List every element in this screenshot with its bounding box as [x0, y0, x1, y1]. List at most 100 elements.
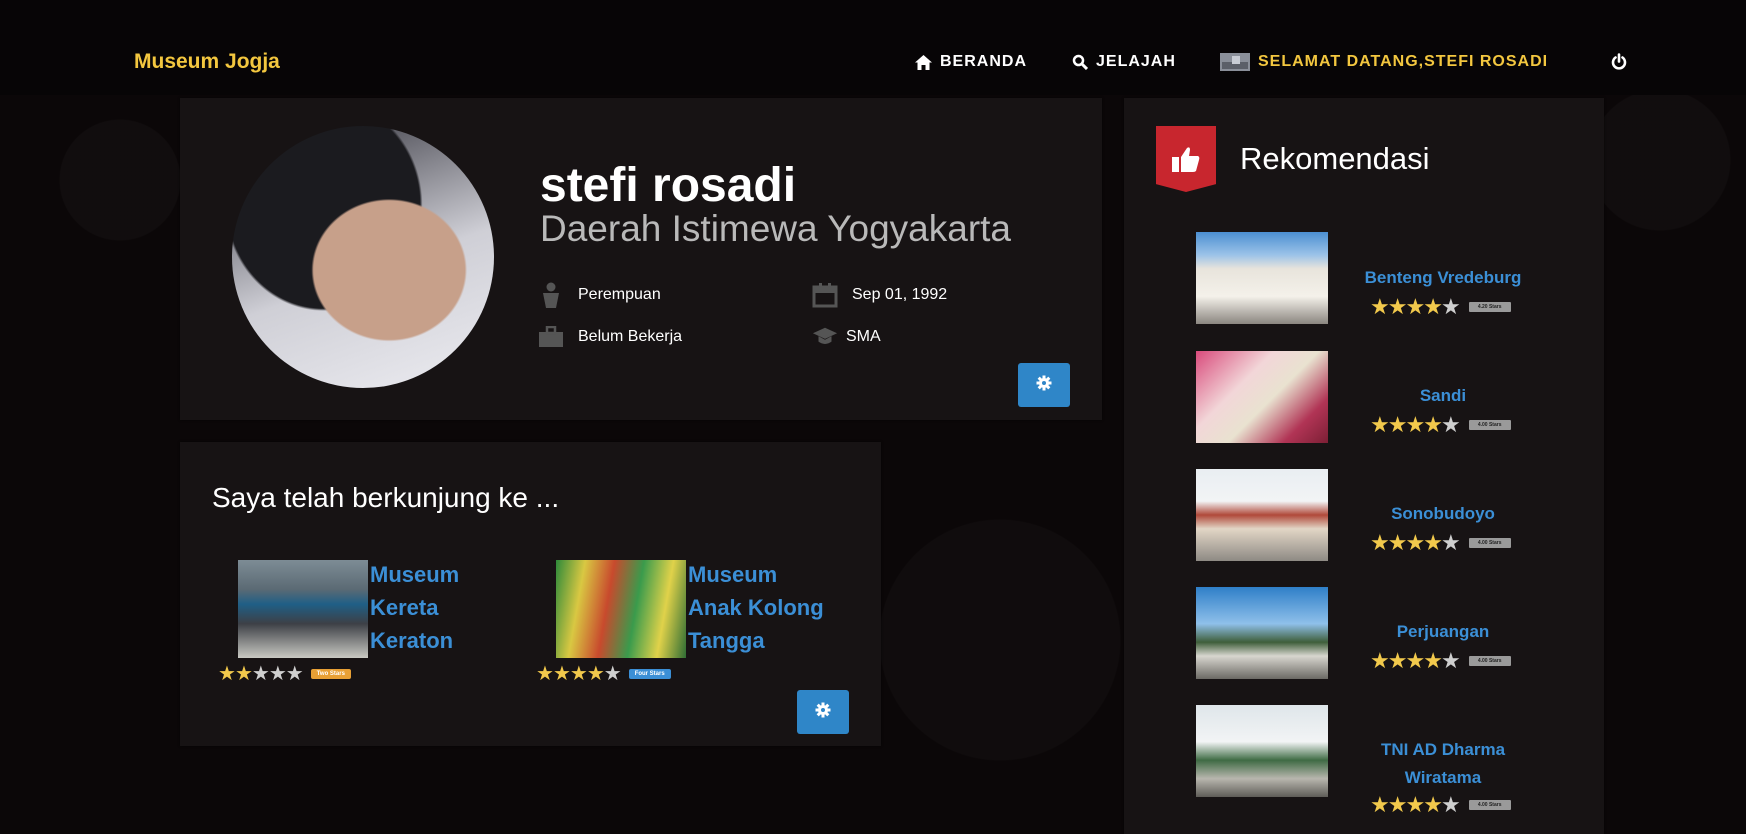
rating-anak-kolong: ★ ★ ★ ★ ★ Four Stars: [536, 664, 671, 684]
recommendation-name-sonobudoyo[interactable]: Sonobudoyo: [1338, 500, 1548, 528]
home-icon: [915, 54, 932, 70]
recommendation-rating-sandi: ★ ★ ★ ★ ★ 4.00 Stars: [1370, 414, 1511, 436]
star-icon: ★: [1405, 412, 1425, 437]
profile-name: stefi rosadi: [540, 159, 797, 212]
rating-badge: 4.00 Stars: [1468, 538, 1511, 548]
briefcase-icon: [538, 324, 564, 350]
nav-user-label: SELAMAT DATANG,STEFI ROSADI: [1258, 53, 1549, 70]
recommendation-rating-vredeburg: ★ ★ ★ ★ ★ 4.20 Stars: [1370, 296, 1511, 318]
profile-card: stefi rosadi Daerah Istimewa Yogyakarta …: [180, 98, 1102, 420]
profile-region: Daerah Istimewa Yogyakarta: [540, 208, 1011, 249]
recommendation-name-perjuangan[interactable]: Perjuangan: [1338, 618, 1548, 646]
star-icon: ★: [1440, 294, 1461, 319]
recommendation-header: Rekomendasi: [1156, 126, 1430, 192]
visited-name-anak-kolong[interactable]: Museum Anak Kolong Tangga: [688, 558, 848, 657]
star-icon: ★: [1370, 648, 1390, 673]
thumbs-up-icon: [1156, 126, 1216, 192]
star-icon: ★: [1370, 530, 1390, 555]
birthdate-value: Sep 01, 1992: [852, 286, 948, 303]
info-gender: Perempuan: [538, 282, 661, 308]
star-icon: ★: [1370, 294, 1390, 319]
star-icon: ★: [1440, 648, 1461, 673]
star-icon: ★: [234, 663, 253, 685]
gear-icon: [815, 702, 831, 723]
star-icon: ★: [1405, 530, 1425, 555]
nav-jelajah[interactable]: JELAJAH: [1072, 53, 1176, 71]
recommendation-title: Rekomendasi: [1240, 141, 1430, 176]
rating-badge: Two Stars: [310, 669, 351, 679]
recommendation-rating-perjuangan: ★ ★ ★ ★ ★ 4.00 Stars: [1370, 650, 1511, 672]
recommendation-thumbnail-sonobudoyo[interactable]: [1196, 469, 1328, 561]
rating-badge: Four Stars: [628, 669, 671, 679]
edit-profile-button[interactable]: [1018, 363, 1070, 407]
nav-user[interactable]: SELAMAT DATANG,STEFI ROSADI: [1220, 53, 1548, 71]
star-icon: ★: [1423, 294, 1443, 319]
star-icon: ★: [1423, 412, 1443, 437]
star-icon: ★: [1405, 792, 1425, 817]
star-icon: ★: [536, 663, 554, 685]
visited-thumbnail-kereta-keraton[interactable]: [238, 560, 368, 658]
navbar: Museum Jogja BERANDA JELAJAH SELAMAT DAT…: [0, 0, 1746, 95]
visited-card: Saya telah berkunjung ke ... Museum Kere…: [180, 442, 881, 746]
star-icon: ★: [285, 663, 304, 685]
nav-jelajah-label: JELAJAH: [1096, 53, 1176, 70]
star-icon: ★: [218, 663, 236, 685]
recommendation-name-dharma-wiratama[interactable]: TNI AD Dharma Wiratama: [1338, 736, 1548, 792]
star-icon: ★: [1440, 412, 1461, 437]
recommendation-rating-sonobudoyo: ★ ★ ★ ★ ★ 4.00 Stars: [1370, 532, 1511, 554]
brand-logo[interactable]: Museum Jogja: [134, 50, 280, 74]
star-icon: ★: [1370, 412, 1390, 437]
recommendation-thumbnail-dharma-wiratama[interactable]: [1196, 705, 1328, 797]
gender-value: Perempuan: [578, 286, 661, 303]
star-icon: ★: [569, 663, 588, 685]
nav-beranda[interactable]: BERANDA: [915, 53, 1027, 71]
power-icon: [1610, 53, 1628, 71]
job-value: Belum Bekerja: [578, 328, 683, 345]
star-icon: ★: [552, 663, 571, 685]
star-icon: ★: [1423, 648, 1443, 673]
visited-name-kereta-keraton[interactable]: Museum Kereta Keraton: [370, 558, 530, 657]
star-icon: ★: [1387, 648, 1408, 673]
visited-title: Saya telah berkunjung ke ...: [212, 482, 560, 513]
star-icon: ★: [1440, 792, 1461, 817]
user-photo-icon: [1220, 53, 1250, 71]
rating-badge: 4.00 Stars: [1468, 420, 1511, 430]
star-icon: ★: [1440, 530, 1461, 555]
info-birthdate: Sep 01, 1992: [812, 282, 947, 308]
recommendation-card: Rekomendasi Benteng Vredeburg ★ ★ ★ ★ ★ 4.20…: [1124, 98, 1604, 834]
star-icon: ★: [1423, 792, 1443, 817]
star-icon: ★: [1370, 792, 1390, 817]
star-icon: ★: [1387, 792, 1408, 817]
gear-icon: [1036, 375, 1052, 396]
search-icon: [1072, 54, 1088, 70]
recommendation-thumbnail-perjuangan[interactable]: [1196, 587, 1328, 679]
rating-badge: 4.20 Stars: [1468, 302, 1511, 312]
star-icon: ★: [1423, 530, 1443, 555]
star-icon: ★: [268, 663, 287, 685]
edit-visited-button[interactable]: [797, 690, 849, 734]
recommendation-name-sandi[interactable]: Sandi: [1338, 382, 1548, 410]
info-education: SMA: [812, 324, 881, 350]
star-icon: ★: [1387, 412, 1408, 437]
star-icon: ★: [1405, 648, 1425, 673]
star-icon: ★: [1387, 294, 1408, 319]
star-icon: ★: [251, 663, 270, 685]
rating-badge: 4.00 Stars: [1468, 800, 1511, 810]
gender-icon: [538, 282, 564, 308]
recommendation-thumbnail-vredeburg[interactable]: [1196, 232, 1328, 324]
logout-button[interactable]: [1610, 53, 1628, 71]
education-value: SMA: [846, 328, 881, 345]
star-icon: ★: [1405, 294, 1425, 319]
star-icon: ★: [603, 663, 622, 685]
avatar: [232, 126, 494, 388]
info-job: Belum Bekerja: [538, 324, 682, 350]
nav-beranda-label: BERANDA: [940, 53, 1027, 70]
visited-thumbnail-anak-kolong[interactable]: [556, 560, 686, 658]
graduation-cap-icon: [812, 324, 838, 350]
star-icon: ★: [586, 663, 605, 685]
star-icon: ★: [1387, 530, 1408, 555]
calendar-icon: [812, 282, 838, 308]
recommendation-thumbnail-sandi[interactable]: [1196, 351, 1328, 443]
rating-badge: 4.00 Stars: [1468, 656, 1511, 666]
recommendation-name-vredeburg[interactable]: Benteng Vredeburg: [1338, 264, 1548, 292]
